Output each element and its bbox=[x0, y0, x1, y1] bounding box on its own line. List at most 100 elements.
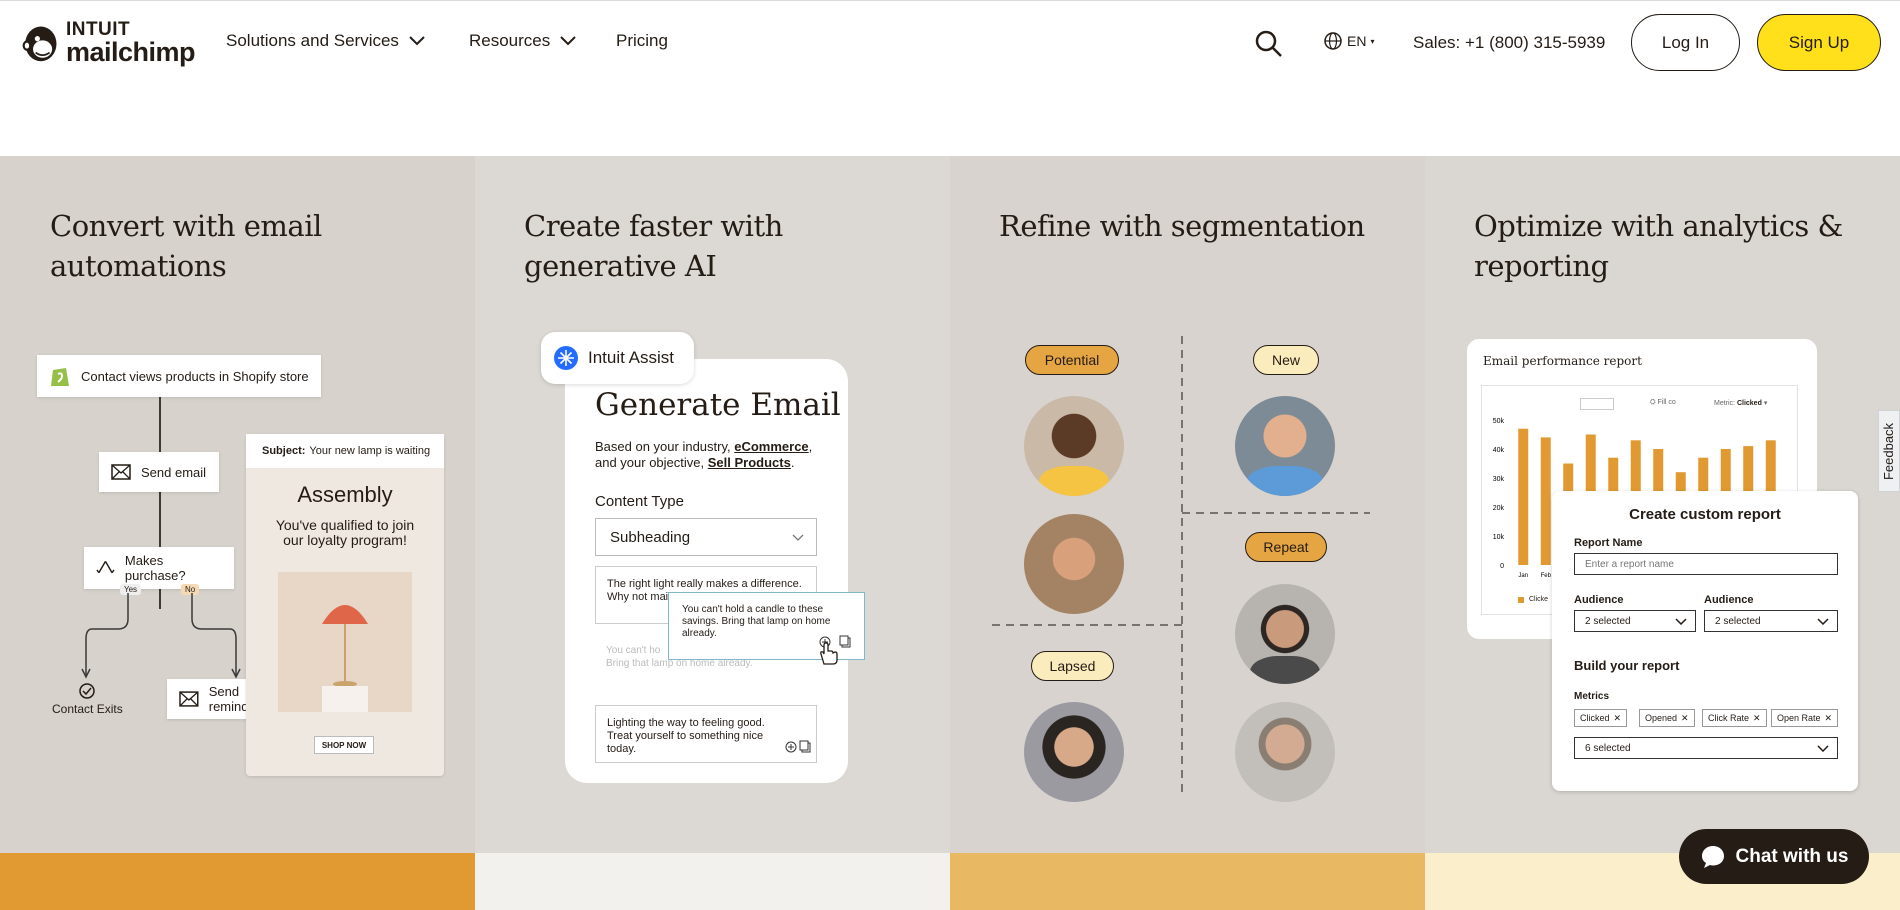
desc-pre: Based on your industry, bbox=[595, 439, 735, 454]
metric-chip-label: Click Rate bbox=[1708, 713, 1750, 723]
desc-end: . bbox=[790, 455, 795, 470]
envelope-icon bbox=[179, 691, 199, 707]
chevron-down-icon: ▾ bbox=[1763, 400, 1768, 407]
nav-resources[interactable]: Resources bbox=[469, 31, 576, 51]
chevron-down-icon bbox=[1817, 618, 1829, 625]
y-tick-label: 0 bbox=[1500, 563, 1504, 570]
email-preview: Subject: Your new lamp is waiting Assemb… bbox=[246, 434, 444, 776]
segment-potential[interactable]: Potential bbox=[1025, 345, 1119, 375]
metrics-label: Metrics bbox=[1574, 691, 1610, 702]
nav-pricing[interactable]: Pricing bbox=[616, 31, 668, 51]
intuit-assist-label: Intuit Assist bbox=[588, 348, 674, 367]
metric-chip[interactable]: Clicked ✕ bbox=[1574, 709, 1628, 727]
signup-button[interactable]: Sign Up bbox=[1757, 14, 1881, 71]
intuit-assist-badge[interactable]: Intuit Assist bbox=[541, 332, 694, 384]
subject-line: Subject: Your new lamp is waiting bbox=[246, 434, 444, 468]
metric-chip[interactable]: Click Rate ✕ bbox=[1702, 709, 1767, 727]
feature-title: Create faster with generative AI bbox=[524, 209, 783, 283]
x-tick-label: Feb bbox=[1541, 573, 1552, 579]
avatar bbox=[1024, 514, 1124, 614]
avatar bbox=[1235, 702, 1335, 802]
nav-resources-label: Resources bbox=[469, 31, 551, 50]
globe-icon bbox=[1324, 32, 1342, 50]
lamp-icon bbox=[322, 605, 368, 712]
chevron-down-icon bbox=[792, 534, 804, 541]
avatar bbox=[1235, 584, 1335, 684]
report-name-input[interactable]: Enter a report name bbox=[1574, 553, 1838, 575]
login-button[interactable]: Log In bbox=[1631, 14, 1740, 71]
metric-chip[interactable]: Open Rate ✕ bbox=[1771, 709, 1839, 727]
build-report-heading: Build your report bbox=[1574, 658, 1680, 673]
industry-link[interactable]: eCommerce bbox=[734, 439, 808, 454]
nav-solutions[interactable]: Solutions and Services bbox=[226, 31, 425, 51]
feature-title: Convert with email automations bbox=[50, 209, 322, 283]
audience-select-2[interactable]: 2 selected bbox=[1704, 610, 1838, 632]
feature-segmentation: Refine with segmentation Potential New R… bbox=[950, 156, 1425, 853]
feature-title: Optimize with analytics & reporting bbox=[1474, 209, 1843, 283]
shopify-icon bbox=[51, 368, 69, 386]
metric-chip-label: Opened bbox=[1645, 713, 1678, 723]
chart-type-toggle[interactable] bbox=[1580, 398, 1614, 410]
branch-lines bbox=[81, 593, 241, 679]
content-type-label: Content Type bbox=[595, 493, 684, 510]
metric-chip[interactable]: Opened ✕ bbox=[1639, 709, 1695, 727]
chart-bar[interactable] bbox=[1540, 437, 1551, 565]
purchase-label: Makes purchase? bbox=[124, 553, 186, 583]
objective-link[interactable]: Sell Products bbox=[708, 455, 791, 470]
split-icon bbox=[96, 561, 115, 574]
search-icon[interactable] bbox=[1255, 30, 1283, 58]
metrics-select[interactable]: 6 selected bbox=[1574, 737, 1838, 759]
chat-bubble-icon bbox=[1701, 845, 1724, 868]
metric-label: Metric: bbox=[1714, 400, 1735, 407]
fill-color-control[interactable]: ⛭ Fill co bbox=[1650, 399, 1676, 407]
generate-email-panel: Generate Email Based on your industry, e… bbox=[565, 359, 848, 783]
avatar bbox=[1235, 396, 1335, 496]
segment-lapsed[interactable]: Lapsed bbox=[1031, 651, 1114, 681]
segment-new[interactable]: New bbox=[1253, 345, 1319, 375]
custom-report-title: Create custom report bbox=[1629, 506, 1781, 523]
generate-email-desc: Based on your industry, eCommerce, and y… bbox=[595, 439, 835, 471]
contact-exits-label: Contact Exits bbox=[52, 702, 123, 716]
metric-selector[interactable]: Metric: Clicked ▾ bbox=[1714, 399, 1767, 407]
promo-text: You've qualified to join our loyalty pro… bbox=[275, 517, 415, 548]
y-tick-label: 20k bbox=[1493, 505, 1505, 512]
chat-button[interactable]: Chat with us bbox=[1679, 829, 1869, 884]
segment-divider-lines bbox=[992, 336, 1370, 796]
close-icon[interactable]: ✕ bbox=[1681, 713, 1689, 724]
chevron-down-icon bbox=[1817, 745, 1829, 752]
ai-option-3[interactable]: Lighting the way to feeling good. Treat … bbox=[595, 705, 817, 763]
chevron-down-icon bbox=[560, 36, 576, 46]
fill-label: Fill co bbox=[1657, 399, 1676, 406]
shop-now-button[interactable]: SHOP NOW bbox=[314, 736, 374, 754]
trigger-node: Contact views products in Shopify store bbox=[37, 355, 321, 397]
legend-label: Clicke bbox=[1529, 596, 1549, 603]
content-type-select[interactable]: Subheading bbox=[595, 518, 817, 556]
caret-down-icon: ▾ bbox=[1370, 36, 1375, 46]
nav-solutions-label: Solutions and Services bbox=[226, 31, 399, 50]
lamp-image bbox=[278, 572, 412, 712]
mailchimp-logo[interactable]: INTUIT mailchimp bbox=[20, 17, 196, 69]
avatar bbox=[1024, 702, 1124, 802]
check-circle-icon bbox=[79, 683, 95, 699]
audience-select-1[interactable]: 2 selected bbox=[1574, 610, 1696, 632]
language-selector[interactable]: EN ▾ bbox=[1323, 31, 1374, 51]
ai-option-3-text: Lighting the way to feeling good. Treat … bbox=[607, 717, 765, 755]
metrics-value: 6 selected bbox=[1585, 742, 1631, 754]
purchase-node: Makes purchase? bbox=[84, 547, 234, 589]
close-icon[interactable]: ✕ bbox=[1825, 713, 1833, 724]
add-copy-icons[interactable] bbox=[785, 740, 813, 754]
metric-chip-label: Open Rate bbox=[1777, 713, 1821, 723]
language-label: EN bbox=[1347, 33, 1367, 49]
sales-phone[interactable]: Sales: +1 (800) 315-5939 bbox=[1413, 33, 1605, 53]
feature-title: Refine with segmentation bbox=[999, 209, 1365, 243]
chart-bar[interactable] bbox=[1518, 428, 1529, 565]
y-tick-label: 10k bbox=[1493, 534, 1505, 541]
close-icon[interactable]: ✕ bbox=[1614, 713, 1622, 724]
chat-label: Chat with us bbox=[1735, 845, 1849, 867]
segment-repeat[interactable]: Repeat bbox=[1245, 532, 1327, 562]
tooltip-text: You can't hold a candle to these savings… bbox=[682, 604, 831, 639]
feedback-tab[interactable]: Feedback bbox=[1878, 410, 1900, 492]
freddie-icon bbox=[22, 26, 57, 62]
feature-band: Convert with email automations Contact v… bbox=[0, 156, 1900, 853]
close-icon[interactable]: ✕ bbox=[1753, 713, 1761, 724]
